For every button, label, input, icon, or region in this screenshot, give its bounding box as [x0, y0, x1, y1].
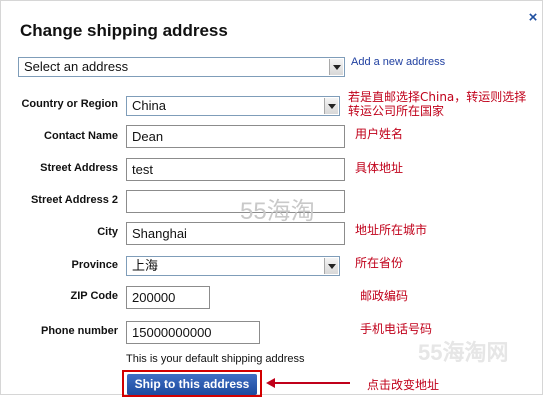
country-select-value: China [132, 98, 166, 113]
contact-annotation: 用户姓名 [355, 127, 404, 141]
zip-annotation: 邮政编码 [360, 289, 409, 303]
zip-code-input[interactable]: 200000 [126, 286, 210, 309]
city-label: City [97, 226, 118, 238]
chevron-down-icon [324, 98, 338, 114]
street-address-2-label: Street Address 2 [30, 194, 118, 206]
province-annotation: 所在省份 [355, 256, 404, 270]
street-address-label: Street Address [40, 162, 118, 174]
chevron-down-icon [324, 258, 338, 274]
phone-number-input[interactable]: 15000000000 [126, 321, 260, 344]
street-annotation: 具体地址 [355, 161, 404, 175]
country-label: Country or Region [21, 98, 118, 110]
annotation-arrow-line [272, 382, 350, 384]
country-select[interactable]: China [126, 96, 340, 116]
arrow-left-icon [266, 378, 275, 388]
address-select[interactable]: Select an address [18, 57, 345, 77]
close-icon[interactable]: × [526, 10, 540, 25]
contact-name-input[interactable]: Dean [126, 125, 345, 148]
phone-number-label: Phone number [40, 325, 118, 337]
street-address-input[interactable]: test [126, 158, 345, 181]
ship-to-this-address-button[interactable]: Ship to this address [127, 374, 257, 395]
city-annotation: 地址所在城市 [355, 223, 428, 237]
watermark-center: 55海淘 [240, 198, 315, 225]
province-select[interactable]: 上海 [126, 256, 340, 276]
default-address-notice: This is your default shipping address [126, 353, 305, 365]
address-select-value: Select an address [24, 59, 129, 74]
province-select-value: 上海 [132, 258, 159, 273]
contact-name-label: Contact Name [44, 130, 118, 142]
zip-code-label: ZIP Code [70, 290, 118, 302]
ship-button-annotation: 点击改变地址 [367, 378, 440, 392]
province-label: Province [71, 259, 118, 271]
dialog-title: Change shipping address [20, 21, 228, 40]
add-new-address-link[interactable]: Add a new address [351, 56, 445, 68]
chevron-down-icon [329, 59, 343, 75]
country-annotation-line2: 转运公司所在国家 [348, 104, 445, 118]
watermark-corner: 55海淘网 [418, 340, 509, 365]
